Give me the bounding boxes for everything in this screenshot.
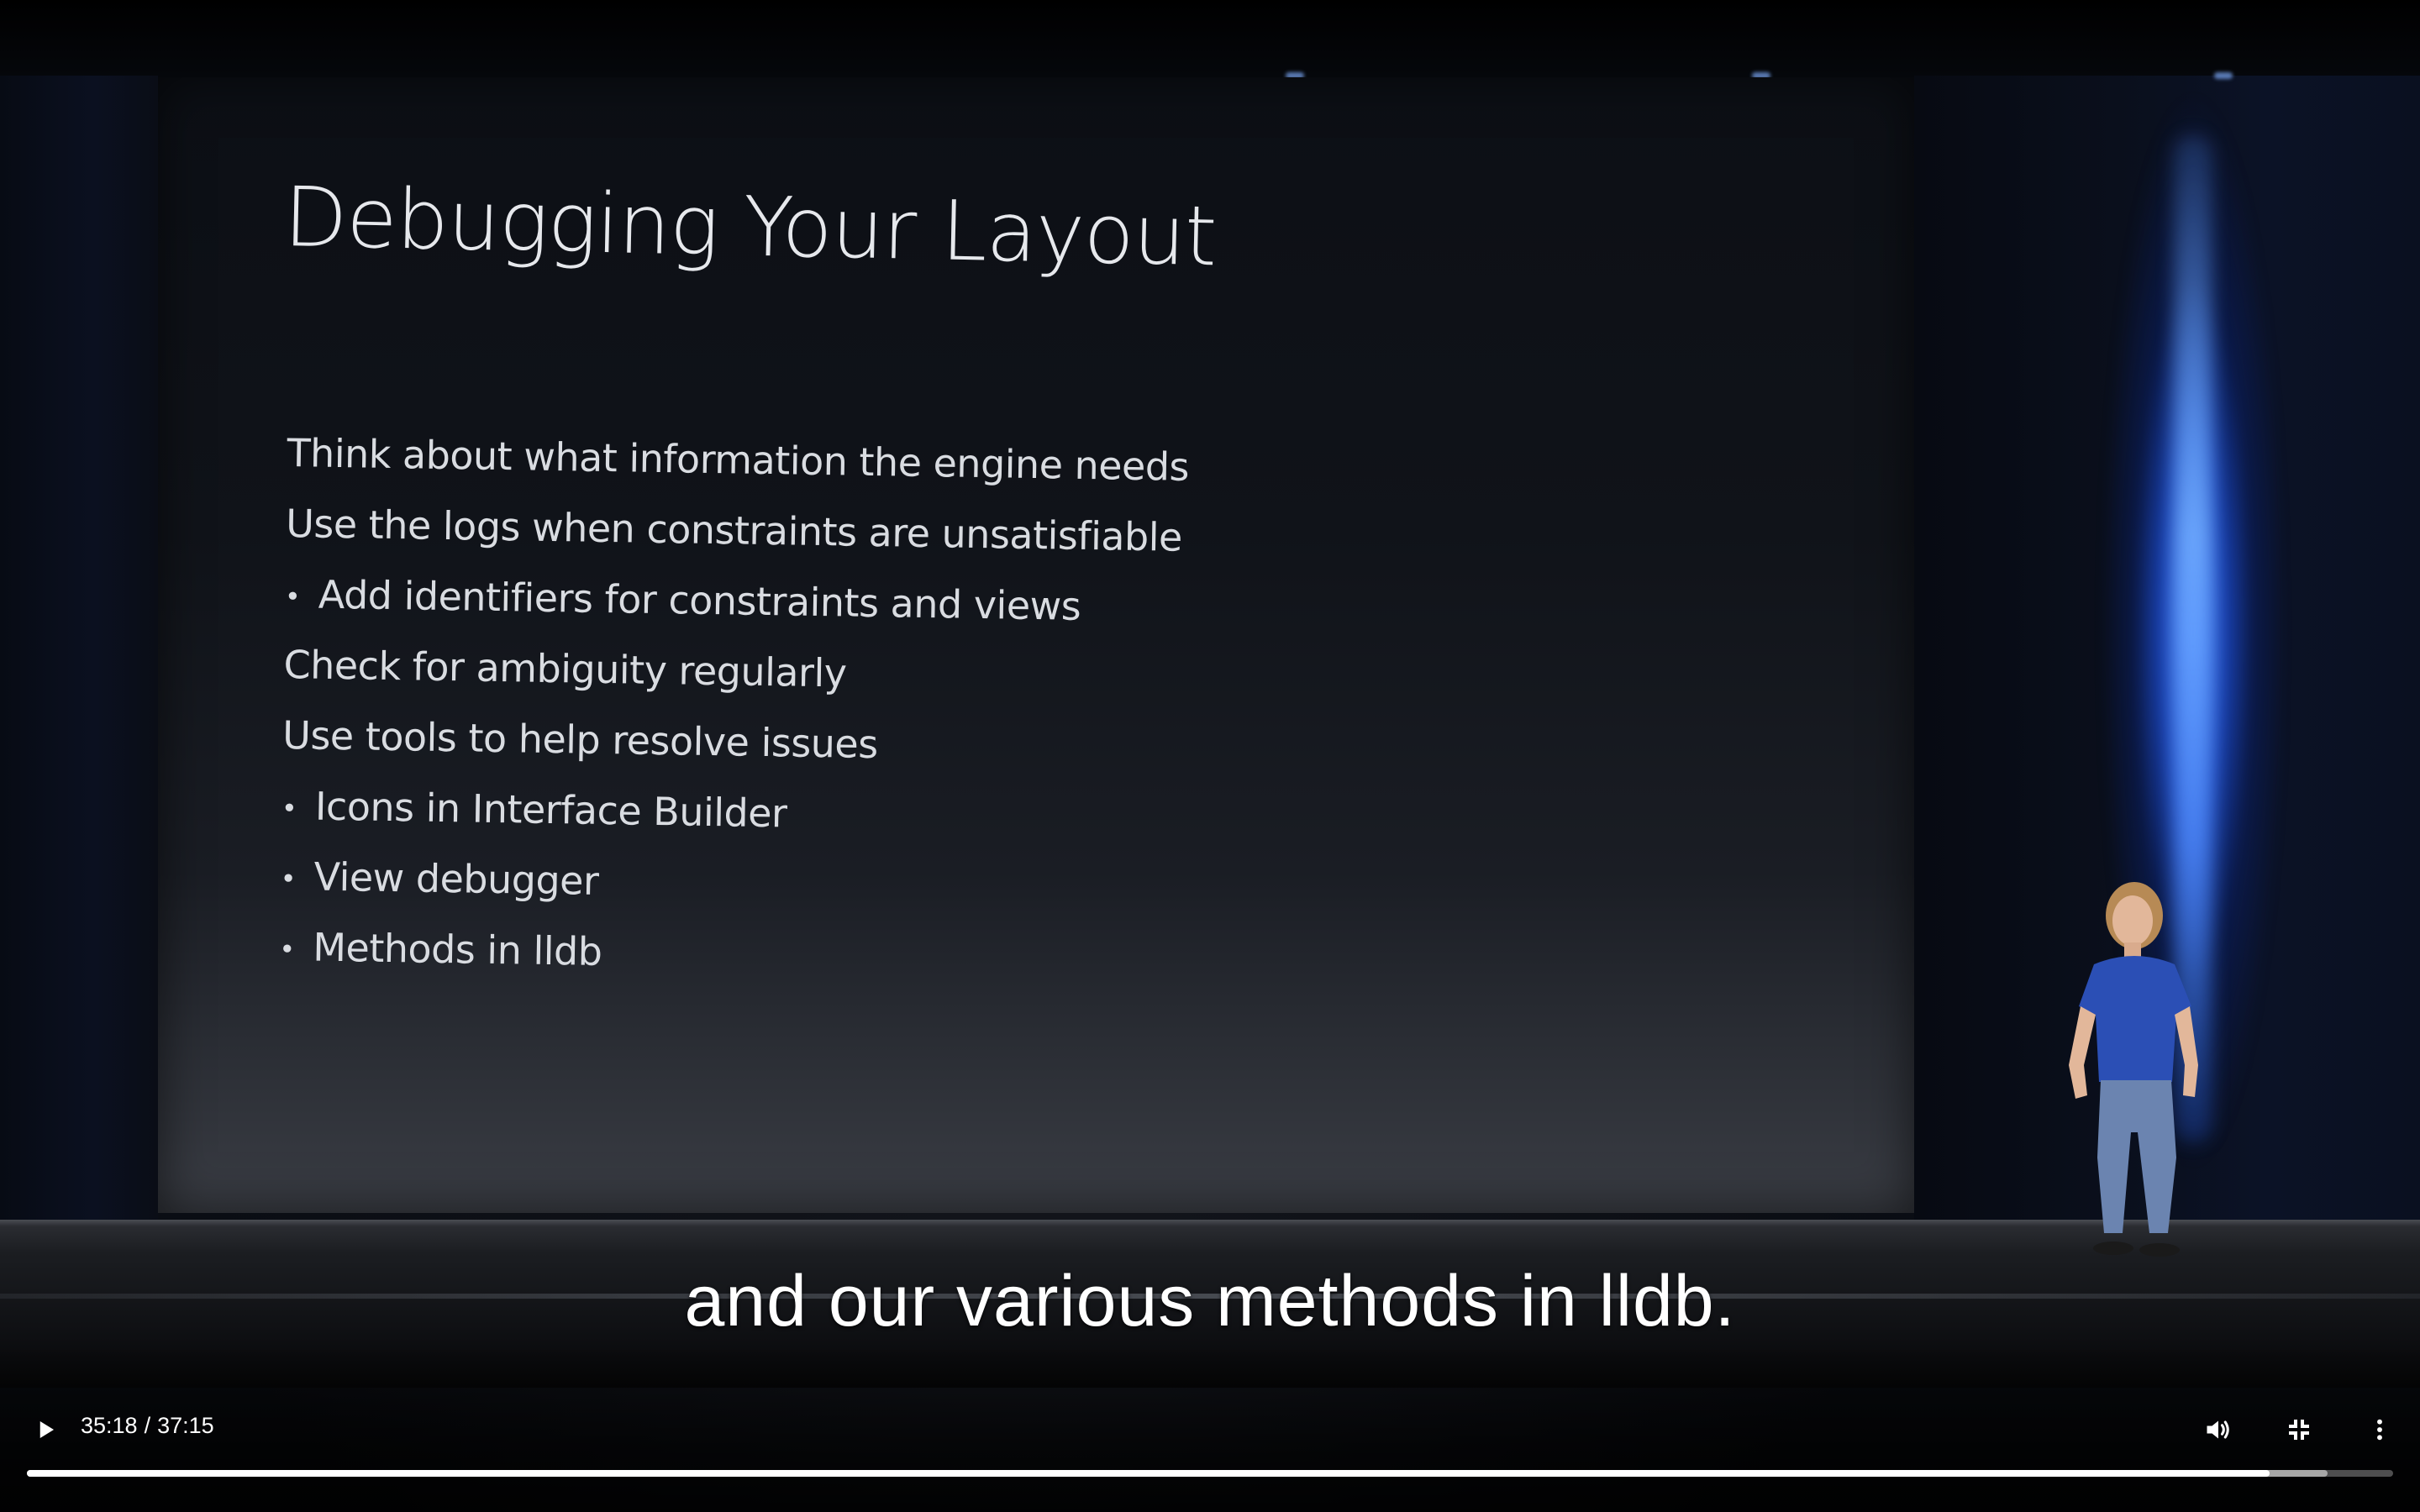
volume-button[interactable] — [2195, 1406, 2242, 1453]
more-vertical-icon — [2377, 1419, 2382, 1441]
time-separator: / — [144, 1413, 151, 1438]
total-duration: 37:15 — [157, 1413, 214, 1438]
play-icon — [39, 1421, 54, 1438]
stage-wall-left — [0, 76, 158, 1226]
subtitle-caption: and our various methods in lldb. — [684, 1261, 1736, 1341]
exit-fullscreen-icon — [2289, 1420, 2309, 1440]
time-display: 35:18/37:15 — [81, 1413, 214, 1439]
current-time: 35:18 — [81, 1413, 138, 1438]
volume-icon — [2207, 1420, 2229, 1439]
video-player[interactable]: Debugging Your Layout Think about what i… — [0, 0, 2420, 1512]
slide-sub-bullet: Methods in lldb — [278, 924, 1181, 1009]
more-options-button[interactable] — [2356, 1406, 2403, 1453]
control-bar: 35:18/37:15 — [0, 1398, 2420, 1462]
slide-bullet-list: Think about what information the engine … — [278, 430, 1190, 1009]
presentation-slide: Debugging Your Layout Think about what i… — [158, 77, 1914, 1213]
play-button[interactable] — [22, 1406, 69, 1453]
video-frame[interactable]: Debugging Your Layout Think about what i… — [0, 0, 2420, 1512]
progress-played — [27, 1470, 2270, 1477]
exit-fullscreen-button[interactable] — [2275, 1406, 2323, 1453]
slide-title: Debugging Your Layout — [282, 170, 1218, 286]
progress-bar[interactable] — [27, 1470, 2393, 1477]
slide-sub-bullet: Add identifiers for constraints and view… — [284, 571, 1187, 656]
ceiling-light — [2214, 72, 2233, 79]
presenter-figure — [2069, 882, 2198, 1257]
